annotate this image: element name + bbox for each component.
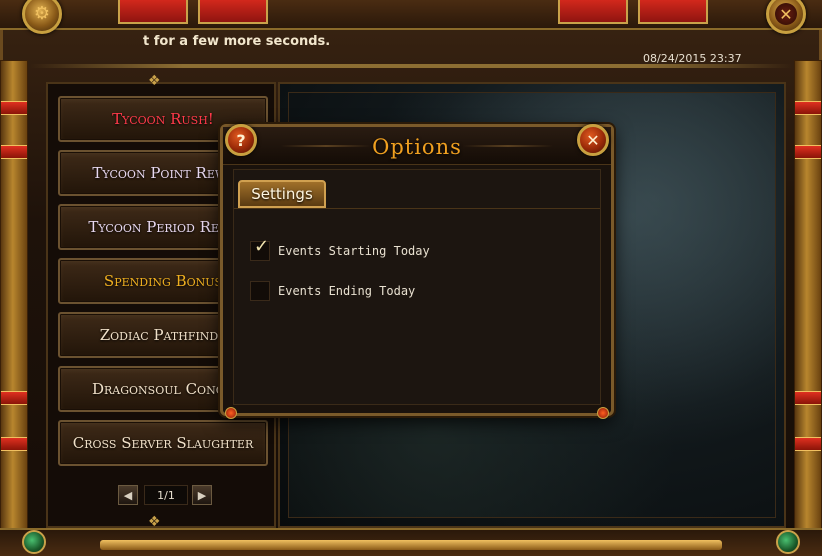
- jewel-decoration: [22, 530, 46, 554]
- help-button[interactable]: ?: [225, 124, 257, 156]
- checkmark-icon: ✓: [254, 236, 270, 257]
- arrow-left-icon: ◀: [123, 488, 133, 502]
- divider: [234, 208, 600, 209]
- events-starting-today-checkbox[interactable]: ✓: [250, 236, 270, 261]
- bottom-bar: [0, 528, 822, 556]
- help-icon: ?: [236, 130, 246, 150]
- events-ending-today-checkbox[interactable]: [250, 281, 270, 301]
- banner-decoration: [558, 0, 628, 24]
- dialog-close-button[interactable]: ✕: [577, 124, 609, 156]
- next-page-button[interactable]: ▶: [192, 485, 212, 505]
- bottom-rail-decoration: [100, 540, 722, 550]
- dialog-title-bar: Options: [223, 127, 611, 165]
- top-bar: [0, 0, 822, 30]
- pagination: ◀ 1/1 ▶: [118, 484, 214, 506]
- left-pillar-decoration: [0, 60, 28, 530]
- close-icon: ✕: [775, 3, 797, 25]
- option-events-ending-today[interactable]: Events Ending Today: [250, 280, 415, 302]
- gem-decoration: [225, 407, 237, 419]
- arrow-right-icon: ▶: [197, 488, 207, 502]
- option-events-starting-today[interactable]: ✓ Events Starting Today: [250, 236, 430, 262]
- ornament-icon: ❖: [148, 73, 161, 89]
- option-label: Events Ending Today: [278, 284, 416, 298]
- page-indicator: 1/1: [144, 485, 188, 505]
- tab-settings[interactable]: Settings: [238, 180, 326, 208]
- banner-decoration: [638, 0, 708, 24]
- marquee-text: t for a few more seconds.: [143, 34, 331, 49]
- jewel-decoration: [776, 530, 800, 554]
- divider: [30, 64, 792, 68]
- options-dialog: Options Settings ✓ Events Starting Today…: [220, 124, 614, 419]
- ornament-icon: ❖: [148, 514, 161, 530]
- option-label: Events Starting Today: [278, 244, 430, 258]
- prev-page-button[interactable]: ◀: [118, 485, 138, 505]
- close-icon: ✕: [586, 130, 600, 150]
- gem-decoration: [597, 407, 609, 419]
- banner-decoration: [198, 0, 268, 24]
- right-pillar-decoration: [794, 60, 822, 530]
- gear-icon: ⚙: [33, 3, 51, 24]
- dialog-body: Settings ✓ Events Starting Today Events …: [233, 169, 601, 405]
- banner-decoration: [118, 0, 188, 24]
- dialog-title: Options: [372, 135, 462, 159]
- menu-item-cross-server-slaughter[interactable]: Cross Server Slaughter: [58, 420, 268, 466]
